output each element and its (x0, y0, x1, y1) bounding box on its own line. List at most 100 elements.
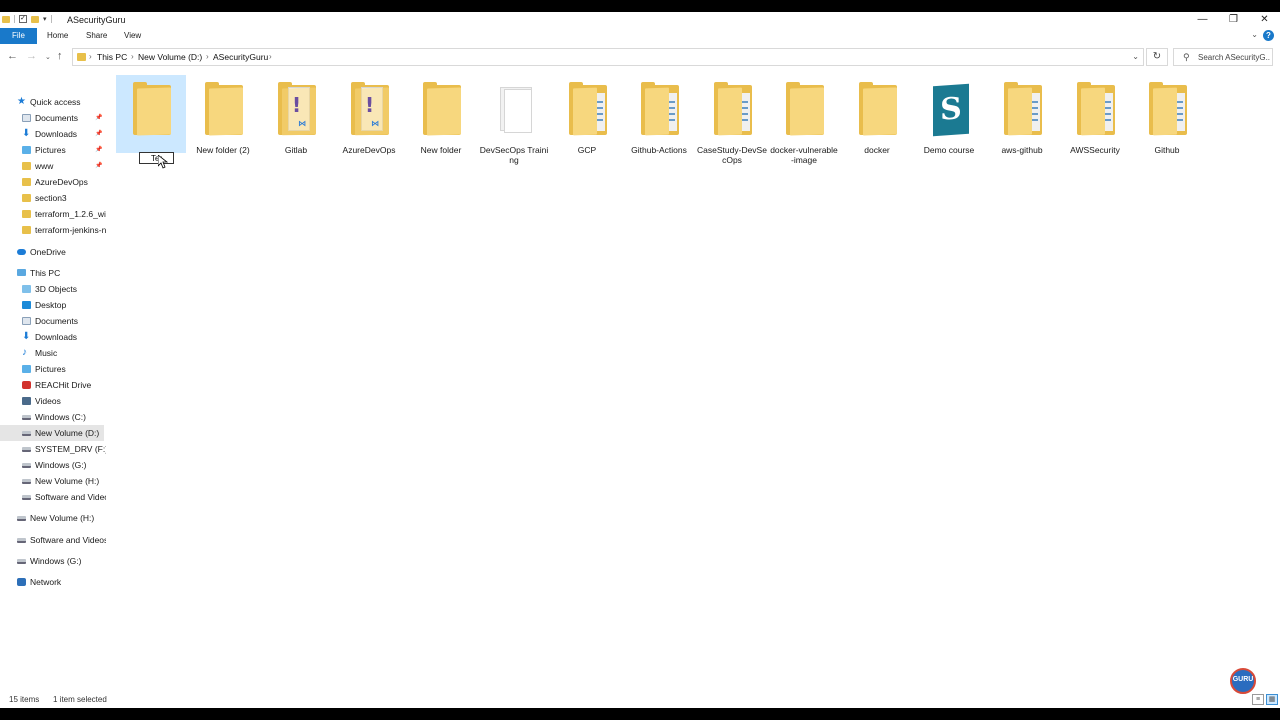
up-icon[interactable]: ↑ (57, 50, 63, 62)
chevron-right-icon[interactable]: › (131, 52, 134, 61)
sidebar-item[interactable]: Windows (G:) (0, 457, 106, 473)
close-button[interactable]: ✕ (1249, 12, 1280, 28)
folder-item[interactable]: docker-vulnerable-image (769, 75, 839, 165)
back-icon[interactable]: ← (7, 50, 18, 62)
search-input[interactable] (1198, 51, 1270, 63)
window-title: ASecurityGuru (67, 15, 126, 25)
folder-item[interactable]: docker (842, 75, 912, 165)
folder-label: docker-vulnerable-image (770, 145, 838, 165)
sidebar-item[interactable]: Network (0, 574, 106, 590)
folder-icon (77, 53, 86, 61)
sidebar-item[interactable]: New Volume (H:) (0, 510, 106, 526)
sidebar-item[interactable]: AzureDevOps (0, 174, 106, 190)
maximize-button[interactable]: ❐ (1218, 12, 1249, 28)
chevron-down-icon[interactable]: ⌄ (1132, 52, 1139, 61)
sidebar-item[interactable]: Software and Videos (0, 532, 106, 548)
folder-item[interactable]: S Demo course (914, 75, 984, 165)
folder-icon (22, 210, 31, 218)
navigation-pane: ★ Quick access Documents 📌 ⬇ Downloads 📌 Pictur… (0, 82, 106, 692)
tab-share[interactable]: Share (86, 28, 107, 44)
pictures-icon (22, 146, 31, 154)
expand-ribbon-icon[interactable]: ⌄ (1251, 30, 1258, 39)
folder-item[interactable]: Github-Actions (624, 75, 694, 165)
folder-label: AWSSecurity (1070, 145, 1120, 155)
sidebar-item[interactable]: Videos (0, 393, 106, 409)
chevron-right-icon[interactable]: › (206, 52, 209, 61)
folder-icon (496, 85, 534, 135)
new-folder-icon[interactable] (31, 15, 39, 23)
sidebar-item[interactable]: terraform-jenkins-n (0, 222, 106, 238)
customize-dropdown-icon[interactable]: ▾ (43, 15, 47, 23)
tab-home[interactable]: Home (47, 28, 68, 44)
forward-icon[interactable]: → (26, 50, 37, 62)
sidebar-item[interactable]: ⬇ Downloads 📌 (0, 126, 106, 142)
sidebar-item-label: Desktop (35, 300, 67, 310)
rename-input[interactable] (139, 152, 174, 164)
properties-icon[interactable]: ✓ (19, 15, 27, 23)
tab-view[interactable]: View (124, 28, 141, 44)
sidebar-item[interactable]: Software and Video (0, 489, 106, 505)
minimize-button[interactable]: — (1187, 12, 1218, 28)
sidebar-item[interactable]: Desktop (0, 297, 106, 313)
sidebar-item-label: terraform-jenkins-n (35, 225, 106, 235)
sidebar-item[interactable]: SYSTEM_DRV (F:) (0, 441, 106, 457)
sidebar-item-label: Quick access (30, 97, 81, 107)
sidebar-item[interactable]: Windows (G:) (0, 553, 106, 569)
sidebar-item[interactable]: ⬇ Downloads (0, 329, 106, 345)
folder-item[interactable]: New folder (2) (188, 75, 258, 165)
chevron-right-icon[interactable]: › (89, 52, 92, 61)
sidebar-item[interactable]: Pictures (0, 361, 106, 377)
refresh-button[interactable]: ↻ (1146, 48, 1168, 66)
folder-item[interactable]: ! ⋈ AzureDevOps (334, 75, 404, 165)
folder-label: AzureDevOps (342, 145, 396, 155)
large-icons-view-icon[interactable]: ▦ (1266, 694, 1278, 705)
sidebar-item[interactable]: Documents 📌 (0, 110, 106, 126)
sidebar-item[interactable]: New Volume (D:) (0, 425, 104, 441)
sidebar-item-label: AzureDevOps (35, 177, 88, 187)
breadcrumb-new-volume-d[interactable]: New Volume (D:) (138, 52, 202, 62)
drive-icon (22, 431, 31, 436)
folder-icon (423, 82, 461, 136)
drive-icon (17, 538, 26, 543)
folder-label: CaseStudy-DevSecOps (697, 145, 767, 165)
sidebar-item[interactable]: section3 (0, 190, 106, 206)
folder-icon (205, 82, 243, 136)
folder-icon (714, 82, 752, 136)
folder-item[interactable]: New folder (406, 75, 476, 165)
sidebar-item[interactable]: Documents (0, 313, 106, 329)
sidebar-item[interactable]: ♪ Music (0, 345, 106, 361)
chevron-right-icon[interactable]: › (269, 52, 272, 61)
sidebar-item[interactable]: This PC (0, 265, 106, 281)
search-box[interactable]: ⚲ (1173, 48, 1273, 66)
sidebar-item-label: Documents (35, 113, 78, 123)
folder-item[interactable] (116, 75, 186, 164)
sidebar-item[interactable]: terraform_1.2.6_win (0, 206, 106, 222)
sidebar-item[interactable]: 3D Objects (0, 281, 106, 297)
folder-item[interactable]: GCP (552, 75, 622, 165)
folder-item[interactable]: AWSSecurity (1060, 75, 1130, 165)
folder-item[interactable]: ! ⋈ Gitlab (261, 75, 331, 165)
sidebar-item[interactable]: OneDrive (0, 244, 106, 260)
folder-item[interactable]: Github (1132, 75, 1202, 165)
sidebar-item[interactable]: Pictures 📌 (0, 142, 106, 158)
breadcrumb-this-pc[interactable]: This PC (97, 52, 127, 62)
sidebar-item[interactable]: New Volume (H:) (0, 473, 106, 489)
downloads-icon: ⬇ (22, 128, 31, 139)
tab-file[interactable]: File (0, 28, 37, 44)
documents-icon (22, 317, 31, 325)
folder-item[interactable]: CaseStudy-DevSecOps (697, 75, 767, 165)
address-bar[interactable]: › This PC › New Volume (D:) › ASecurityG… (72, 48, 1144, 66)
recent-locations-icon[interactable]: ⌄ (45, 53, 51, 61)
folder-item[interactable]: aws-github (987, 75, 1057, 165)
sidebar-item[interactable]: www 📌 (0, 158, 106, 174)
sidebar-item[interactable]: ★ Quick access (0, 94, 106, 110)
sidebar-item-label: Downloads (35, 332, 78, 342)
logo-watermark: GURU (1226, 664, 1262, 696)
sidebar-item[interactable]: Windows (C:) (0, 409, 106, 425)
sidebar-item[interactable]: REACHit Drive (0, 377, 106, 393)
folder-icon (22, 178, 31, 186)
sidebar-item-label: OneDrive (30, 247, 66, 257)
folder-item[interactable]: DevSecOps Training (479, 75, 549, 165)
breadcrumb-asecurityguru[interactable]: ASecurityGuru (213, 52, 268, 62)
help-icon[interactable]: ? (1263, 30, 1274, 41)
